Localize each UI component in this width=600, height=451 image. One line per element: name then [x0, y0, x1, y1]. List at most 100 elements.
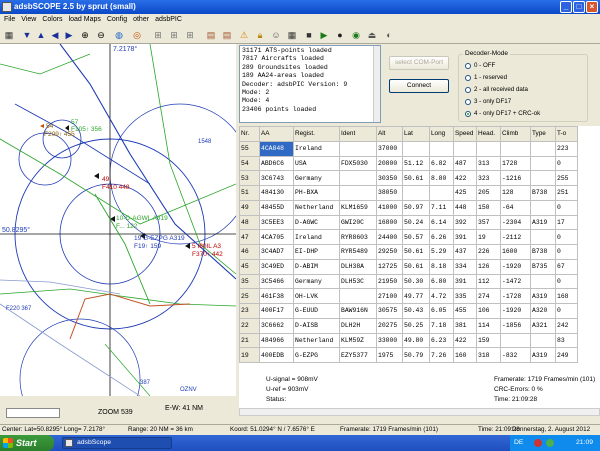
decoder-option-3[interactable]: 3 - only DF17	[465, 98, 511, 105]
zoom-out-icon[interactable]: ⊖	[95, 29, 107, 41]
column-header[interactable]: AA	[259, 126, 294, 142]
column-header[interactable]: Ident	[339, 126, 377, 142]
table-horizontal-scrollbar[interactable]	[239, 408, 600, 416]
aircraft-table[interactable]: Nr. AA Regist. Ident Alt Lat Long Speed Head. Cli…	[239, 126, 600, 408]
table-row[interactable]: 47 4CA705 Ireland RYR8603 24400 50.57 6.26 391 1…	[239, 229, 578, 245]
table-row[interactable]: 54 ABD6C6 USA FDX5030 20800 51.12 6.82 487 313 17…	[239, 155, 578, 172]
square-icon[interactable]: ■	[303, 29, 315, 41]
table-row[interactable]: 53 3C6743 Germany 30350 50.61 8.80 422 323 -1216…	[239, 170, 578, 186]
column-header[interactable]: Alt	[376, 126, 403, 142]
column-header[interactable]: T-o	[555, 126, 578, 142]
tray-icon[interactable]	[534, 439, 542, 447]
column-header[interactable]: Nr.	[239, 126, 260, 142]
taskbar-app-adsbscope[interactable]: adsbScope	[62, 437, 172, 449]
column-header[interactable]: Speed	[453, 126, 477, 142]
table-row[interactable]: 48 3C5EE3 D-AGWC GWI20C 16800 50.24 6.14 392 357…	[239, 214, 578, 231]
table-row[interactable]: 45 3C49ED D-ABIM DLH38A 12725 50.61 8.18 334 126…	[239, 258, 578, 275]
table-cell: Netherland	[293, 332, 340, 349]
aircraft-label[interactable]: 5 I80IL A3	[192, 243, 221, 250]
menu-colors[interactable]: Colors	[42, 14, 62, 26]
grid-icon[interactable]: ▦	[3, 29, 15, 41]
log-scrollbar[interactable]	[373, 46, 380, 122]
coord-top-label: 7.2178°	[113, 46, 138, 53]
table-cell: EI-DHP	[293, 244, 340, 260]
log-box[interactable]: 31171 ATS-points loaded 7817 Aircrafts l…	[239, 45, 381, 123]
table-row[interactable]: 46 3C4AD7 EI-DHP RYR5489 29250 50.61 5.29 437 22…	[239, 244, 578, 260]
column-header[interactable]: Head.	[476, 126, 501, 142]
menu-file[interactable]: File	[4, 14, 15, 26]
menu-view[interactable]: View	[21, 14, 36, 26]
warning-icon[interactable]: ⚠	[238, 29, 250, 41]
table-cell: OH-LVK	[293, 288, 340, 304]
menu-load-maps[interactable]: load Maps	[69, 14, 101, 26]
arrow-left-icon[interactable]: ◀	[49, 29, 61, 41]
table-row[interactable]: 19 400EDB G-EZPG EZY5377 1975 50.79 7.26 160 318…	[239, 347, 578, 363]
stop-icon[interactable]: ●	[334, 29, 346, 41]
menu-config[interactable]: Config	[107, 14, 127, 26]
select-com-port-button[interactable]: select COM-Port	[389, 56, 449, 70]
network-icon[interactable]: ⊞	[168, 29, 180, 41]
radar-map[interactable]: 7.2178° 50.8295° 54 F209↑ 455 57 F105↑ 3…	[0, 44, 236, 396]
decoder-option-0[interactable]: 0 - OFF	[465, 62, 495, 69]
table-cell: 47	[239, 229, 260, 245]
table-cell: B738	[530, 185, 556, 201]
close-button[interactable]: ×	[586, 1, 598, 13]
table-row[interactable]: 49 48455D Netherland KLM1659 41000 50.97 7.11 4…	[239, 199, 578, 216]
table-cell: -1920	[500, 303, 531, 319]
table-row[interactable]: 21 484966 Netherland KLM59Z 33000 49.80 6.23 42…	[239, 332, 578, 349]
decoder-option-1[interactable]: 1 - reserved	[465, 74, 507, 81]
table-cell: RYR5489	[339, 244, 377, 260]
maximize-button[interactable]: □	[573, 1, 585, 13]
aircraft-label[interactable]: 57	[71, 119, 78, 126]
column-header[interactable]: Regist.	[293, 126, 340, 142]
zoom-slider[interactable]	[6, 408, 60, 418]
table-row[interactable]: 22 3C6662 D-AISB DLH2H 20275 50.25 7.18 381 114-…	[239, 317, 578, 334]
table-row[interactable]: 25 461F38 OH-LVK 27100 49.77 4.72 335 274 -1728 A…	[239, 288, 578, 304]
table-cell: 4.72	[429, 288, 454, 304]
column-header[interactable]: Type	[530, 126, 556, 142]
decoder-option-4[interactable]: 4 - only DF17 + CRC-ok	[465, 110, 540, 117]
eject-icon[interactable]: ⏏	[366, 29, 378, 41]
table-cell: -832	[500, 347, 531, 363]
aircraft-label[interactable]: 49	[102, 176, 109, 183]
aircraft-label[interactable]: 19 G-EZPG A319	[134, 235, 185, 242]
network-icon[interactable]: ⊞	[152, 29, 164, 41]
table-cell	[500, 140, 531, 157]
zoom-in-icon[interactable]: ⊕	[79, 29, 91, 41]
table-row[interactable]: 23 400F17 G-EUUD BAW916N 30575 50.43 6.05 455 10…	[239, 303, 578, 319]
chart-icon[interactable]: ▤	[221, 29, 233, 41]
table-row[interactable]: 55 4CA848 Ireland 37000 223	[239, 140, 578, 157]
circle-icon[interactable]: ◐	[383, 29, 395, 41]
table-cell: 29250	[376, 244, 403, 260]
aircraft-label: F410 448	[102, 184, 130, 191]
minimize-button[interactable]: _	[560, 1, 572, 13]
table-row[interactable]: 35 3C5466 Germany DLH53C 21950 50.30 6.80 391 11…	[239, 273, 578, 290]
decoder-option-2[interactable]: 2 - all received data	[465, 86, 528, 93]
target-icon[interactable]: ◎	[131, 29, 143, 41]
table-cell: 6.23	[429, 332, 454, 349]
table-cell	[530, 332, 556, 349]
grid-icon[interactable]: ▦	[286, 29, 298, 41]
menu-adsbpic[interactable]: adsbPIC	[155, 14, 182, 26]
column-header[interactable]: Lat	[402, 126, 430, 142]
aircraft-label[interactable]: 10-D-AGWL A319	[116, 215, 168, 222]
arrow-right-icon[interactable]: ▶	[63, 29, 75, 41]
menu-other[interactable]: other	[133, 14, 149, 26]
record-icon[interactable]: ◉	[350, 29, 362, 41]
lock-icon[interactable]: 🔒︎	[254, 29, 266, 41]
chart-icon[interactable]: ▤	[205, 29, 217, 41]
person-icon[interactable]: ☺	[270, 29, 282, 41]
network-icon[interactable]: ⊞	[184, 29, 196, 41]
tray-icon[interactable]	[546, 439, 554, 447]
language-indicator[interactable]: DE	[514, 435, 523, 451]
aircraft-label[interactable]: 54	[46, 123, 53, 130]
arrow-down-icon[interactable]: ▼	[21, 29, 33, 41]
play-icon[interactable]: ▶	[318, 29, 330, 41]
column-header[interactable]: Climb	[500, 126, 531, 142]
start-button[interactable]: Start	[0, 435, 54, 451]
column-header[interactable]: Long	[429, 126, 454, 142]
table-row[interactable]: 51 484130 PH-BXA 38050 425 205 128 B738 251	[239, 185, 578, 201]
globe-icon[interactable]: ◍	[113, 29, 125, 41]
arrow-up-icon[interactable]: ▲	[35, 29, 47, 41]
connect-button[interactable]: Connect	[389, 79, 449, 93]
